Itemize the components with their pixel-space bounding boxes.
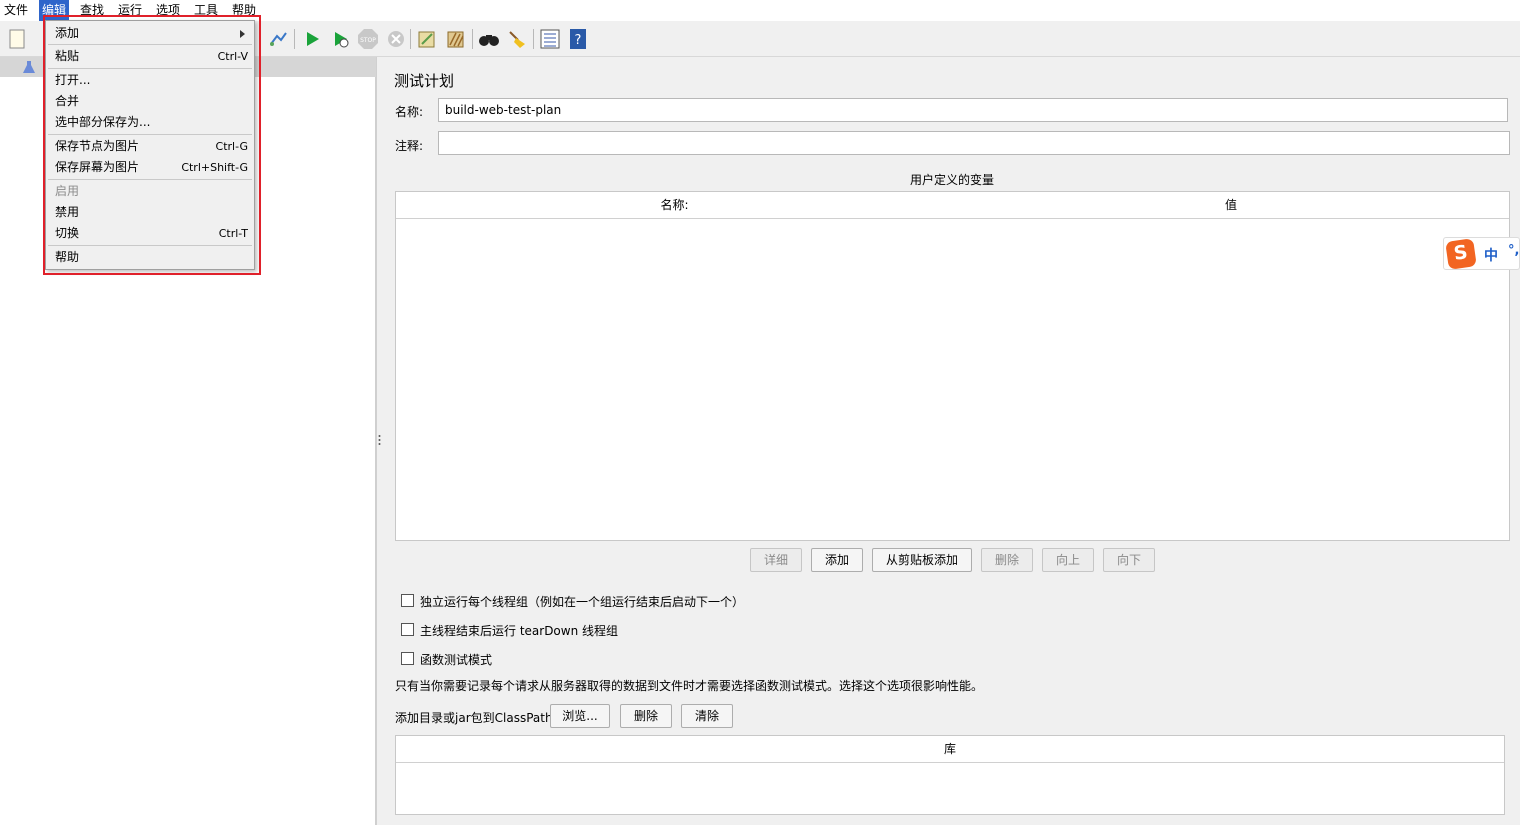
detail-button[interactable]: 详细 [750,548,802,572]
serialize-threadgroups-label: 独立运行每个线程组（例如在一个组运行结束后启动下一个） [420,595,745,609]
move-up-button[interactable]: 向上 [1042,548,1094,572]
name-field[interactable]: build-web-test-plan [438,98,1508,122]
test-plan-icon [23,61,35,73]
ime-punctuation[interactable]: °, [1508,243,1519,258]
search-icon[interactable] [477,27,501,51]
stop-icon[interactable]: STOP [356,27,380,51]
name-field-value: build-web-test-plan [445,103,562,117]
move-down-button[interactable]: 向下 [1103,548,1155,572]
add-variable-button[interactable]: 添加 [811,548,863,572]
functional-mode-checkbox[interactable] [401,652,414,665]
test-plan-panel: 测试计划 名称: build-web-test-plan 注释: 用户定义的变量… [382,57,1520,825]
teardown-checkbox[interactable] [401,623,414,636]
comment-field[interactable] [438,131,1510,155]
delete-variable-button[interactable]: 删除 [981,548,1033,572]
column-header-library[interactable]: 库 [396,736,1504,763]
library-table[interactable]: 库 [395,735,1505,815]
help-icon[interactable]: ? [566,27,590,51]
classpath-clear-button[interactable]: 清除 [681,704,733,728]
comment-label: 注释: [395,139,424,153]
add-from-clipboard-button[interactable]: 从剪贴板添加 [872,548,972,572]
page-title: 测试计划 [394,72,455,90]
menu-file[interactable]: 文件 [1,0,31,21]
function-helper-icon[interactable] [538,27,562,51]
name-label: 名称: [395,105,424,119]
ime-mode[interactable]: 中 [1484,245,1498,265]
functional-mode-label: 函数测试模式 [420,653,493,667]
shutdown-icon[interactable] [384,27,408,51]
classpath-label: 添加目录或jar包到ClassPath [395,711,553,725]
clear-all-icon[interactable] [444,27,468,51]
user-vars-table[interactable]: 名称: 值 [395,191,1510,541]
start-icon[interactable] [300,27,324,51]
highlight-box [43,15,261,275]
browse-button[interactable]: 浏览... [550,704,610,728]
expand-icon[interactable] [266,27,290,51]
svg-text:STOP: STOP [360,37,376,44]
column-header-value[interactable]: 值 [953,192,1509,219]
ime-toolbar[interactable]: S 中 °, [1443,237,1520,270]
svg-text:?: ? [575,33,582,48]
reset-search-icon[interactable] [505,27,529,51]
user-vars-title: 用户定义的变量 [909,173,994,187]
classpath-delete-button[interactable]: 删除 [620,704,672,728]
sogou-logo-icon: S [1445,238,1477,270]
clear-icon[interactable] [415,27,439,51]
teardown-label: 主线程结束后运行 tearDown 线程组 [420,624,619,638]
functional-mode-note: 只有当你需要记录每个请求从服务器取得的数据到文件时才需要选择函数测试模式。选择这… [395,679,984,693]
new-icon[interactable] [5,27,29,51]
column-header-name[interactable]: 名称: [396,192,954,219]
start-no-timers-icon[interactable] [328,27,352,51]
serialize-threadgroups-checkbox[interactable] [401,594,414,607]
